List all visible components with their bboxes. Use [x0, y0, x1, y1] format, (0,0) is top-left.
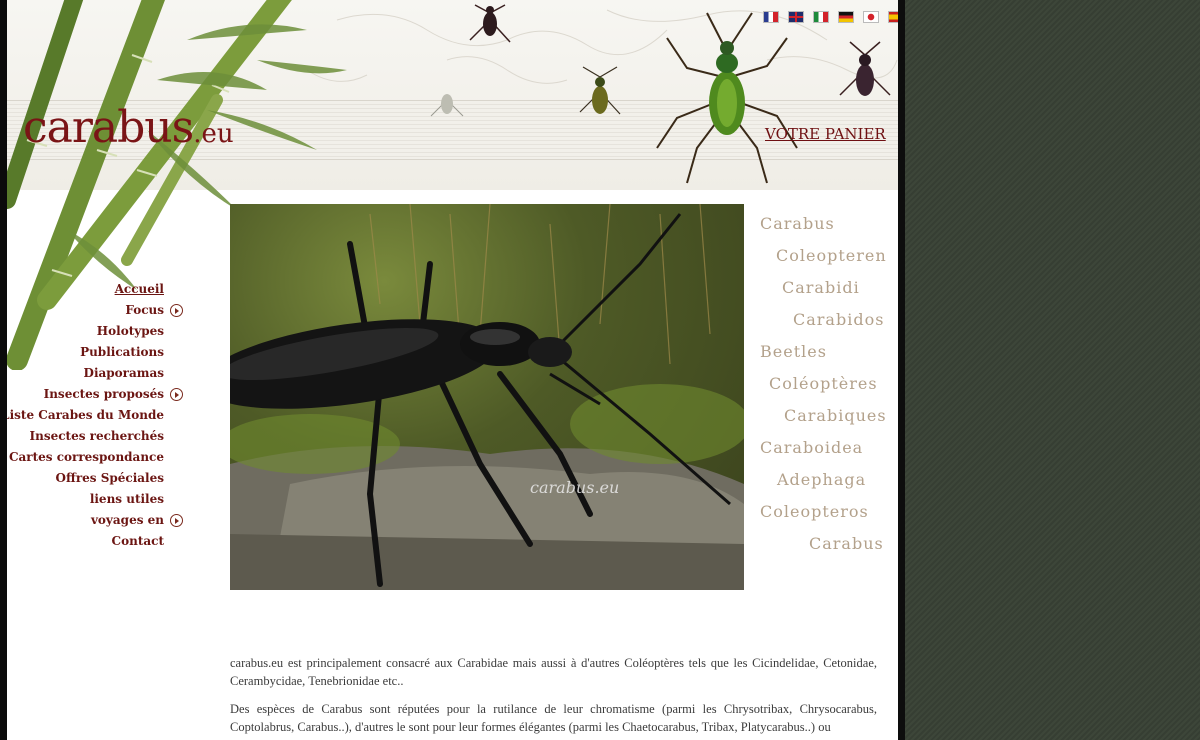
nav-item-insectes-recherches[interactable]: Insectes recherchés [29, 429, 164, 443]
pale-beetle-icon [430, 94, 464, 117]
english-flag-icon[interactable] [789, 12, 803, 22]
french-flag-icon[interactable] [764, 12, 778, 22]
logo-text: carabus [23, 102, 194, 153]
green-beetle-icon [656, 12, 798, 184]
beetle-photo: carabus.eu [230, 204, 744, 590]
photo-watermark: carabus.eu [530, 478, 620, 497]
nav-item-contact[interactable]: Contact [112, 534, 164, 548]
intro-paragraph: Des espèces de Carabus sont réputées pou… [230, 702, 877, 734]
keyword: Carabidi [782, 278, 860, 297]
nav-item-liens-utiles[interactable]: liens utiles [90, 492, 164, 506]
outer-background [898, 0, 1200, 740]
keyword: Carabus [809, 534, 884, 553]
japanese-flag-icon[interactable] [864, 12, 878, 22]
keyword: Adephaga [777, 470, 867, 489]
keyword: Coléoptères [769, 374, 878, 393]
language-flags [764, 12, 898, 22]
italian-flag-icon[interactable] [814, 12, 828, 22]
intro-text: carabus.eu est principalement consacré a… [230, 654, 877, 740]
keyword: Coleopteren [776, 246, 887, 265]
keyword: Coleopteros [760, 502, 869, 521]
dark-beetle-icon [839, 41, 891, 96]
cart-link[interactable]: VOTRE PANIER [765, 125, 886, 143]
logo-extension: .eu [193, 119, 234, 149]
chevron-right-icon[interactable] [170, 514, 183, 527]
small-beetle-icon [469, 4, 511, 43]
german-flag-icon[interactable] [839, 12, 853, 22]
nav-item-publications[interactable]: Publications [80, 345, 164, 359]
header-banner: carabus.eu VOTRE PANIER [7, 0, 898, 370]
page: carabus.eu VOTRE PANIER Accueil Focus Ho… [7, 0, 898, 740]
intro-paragraph: carabus.eu est principalement consacré a… [230, 656, 877, 688]
bronze-beetle-icon [579, 66, 621, 115]
keyword: Beetles [760, 342, 827, 361]
chevron-right-icon[interactable] [170, 304, 183, 317]
nav-item-accueil[interactable]: Accueil [115, 282, 164, 296]
keyword: Carabus [760, 214, 835, 233]
nav-item-cartes-correspondance[interactable]: Cartes correspondance [9, 450, 164, 464]
nav-item-insectes-proposes[interactable]: Insectes proposés [44, 387, 164, 401]
nav-item-focus[interactable]: Focus [125, 303, 164, 317]
nav-item-diaporamas[interactable]: Diaporamas [84, 366, 164, 380]
photo-illustration [230, 204, 744, 590]
keyword: Caraboidea [760, 438, 864, 457]
spanish-flag-icon[interactable] [889, 12, 898, 22]
chevron-right-icon[interactable] [170, 388, 183, 401]
left-border [0, 0, 7, 740]
nav-item-voyages[interactable]: voyages en [91, 513, 164, 527]
keyword: Carabiques [784, 406, 887, 425]
site-logo[interactable]: carabus.eu [23, 102, 234, 153]
keyword: Carabidos [793, 310, 885, 329]
nav-item-liste-carabes[interactable]: Liste Carabes du Monde [7, 408, 164, 422]
nav-item-offres-speciales[interactable]: Offres Spéciales [56, 471, 164, 485]
nav-item-holotypes[interactable]: Holotypes [97, 324, 164, 338]
right-border [898, 0, 905, 740]
